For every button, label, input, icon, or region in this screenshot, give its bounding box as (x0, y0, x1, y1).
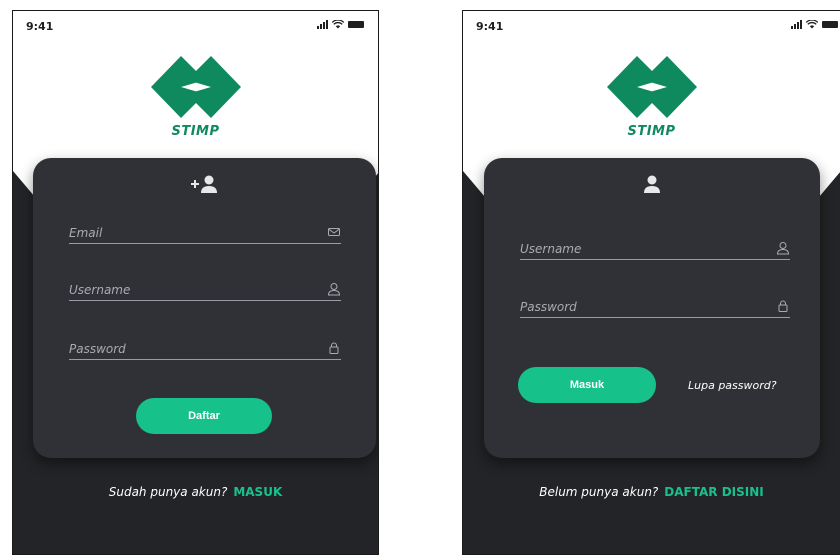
status-time: 9:41 (26, 20, 54, 33)
mockup-stage: 9:41 STIMP Email Username Password Dafta… (0, 0, 840, 555)
register-footer-text: Sudah punya akun? (108, 485, 228, 499)
brand-name: STIMP (627, 124, 676, 139)
login-card: Username Password Masuk Lupa password? (484, 158, 820, 458)
password-field[interactable]: Password (69, 338, 341, 360)
username-placeholder: Username (520, 242, 582, 256)
battery-icon (822, 21, 838, 28)
wifi-icon (332, 20, 344, 29)
mail-icon (328, 228, 340, 236)
wifi-icon (806, 20, 818, 29)
daftar-button[interactable]: Daftar (136, 398, 272, 434)
email-placeholder: Email (69, 226, 103, 240)
user-icon (776, 242, 790, 255)
username-placeholder: Username (69, 283, 131, 297)
login-screen: 9:41 STIMP Username Password Masuk Lupa … (462, 10, 840, 555)
status-bar: 9:41 (13, 11, 378, 37)
status-bar: 9:41 (463, 11, 840, 37)
status-icons (317, 20, 364, 29)
email-field[interactable]: Email (69, 222, 341, 244)
lock-icon (329, 342, 339, 354)
forgot-password-link[interactable]: Lupa password? (688, 379, 777, 392)
signal-icon (317, 20, 328, 29)
logo-block: STIMP (463, 56, 840, 139)
add-user-icon (190, 175, 217, 193)
logo-block: STIMP (13, 56, 378, 139)
status-time: 9:41 (476, 20, 504, 33)
username-field[interactable]: Username (520, 238, 790, 260)
signal-icon (791, 20, 802, 29)
password-placeholder: Password (69, 342, 126, 356)
user-icon (327, 283, 341, 296)
register-screen: 9:41 STIMP Email Username Password Dafta… (12, 10, 379, 555)
password-field[interactable]: Password (520, 296, 790, 318)
masuk-link[interactable]: MASUK (233, 485, 282, 499)
password-placeholder: Password (520, 300, 577, 314)
status-icons (791, 20, 838, 29)
username-field[interactable]: Username (69, 279, 341, 301)
masuk-button[interactable]: Masuk (518, 367, 656, 403)
lock-icon (778, 300, 788, 312)
login-footer: Belum punya akun? DAFTAR DISINI (463, 485, 840, 499)
register-card: Email Username Password Daftar (33, 158, 376, 458)
daftar-disini-link[interactable]: DAFTAR DISINI (664, 485, 763, 499)
brand-name: STIMP (171, 124, 220, 139)
stimp-logo-icon (606, 56, 697, 118)
battery-icon (348, 21, 364, 28)
register-footer: Sudah punya akun? MASUK (13, 485, 378, 499)
login-footer-text: Belum punya akun? (539, 485, 659, 499)
user-icon (644, 175, 660, 193)
stimp-logo-icon (150, 56, 241, 118)
